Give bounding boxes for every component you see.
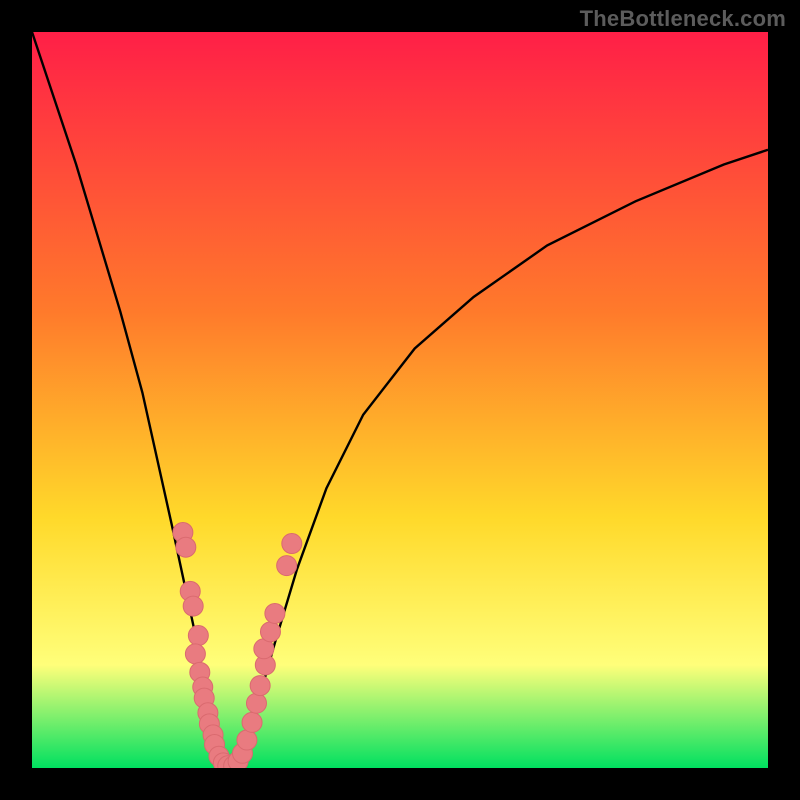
data-marker xyxy=(242,712,262,732)
data-marker xyxy=(260,622,280,642)
data-marker xyxy=(246,693,266,713)
data-marker xyxy=(265,603,285,623)
chart-frame: TheBottleneck.com xyxy=(0,0,800,800)
data-marker xyxy=(277,556,297,576)
data-marker xyxy=(183,596,203,616)
gradient-background xyxy=(32,32,768,768)
data-marker xyxy=(282,534,302,554)
plot-area xyxy=(32,32,768,768)
data-marker xyxy=(176,537,196,557)
data-marker xyxy=(237,730,257,750)
data-marker xyxy=(185,644,205,664)
data-marker xyxy=(188,626,208,646)
data-marker xyxy=(250,676,270,696)
watermark-text: TheBottleneck.com xyxy=(580,6,786,32)
chart-svg xyxy=(32,32,768,768)
